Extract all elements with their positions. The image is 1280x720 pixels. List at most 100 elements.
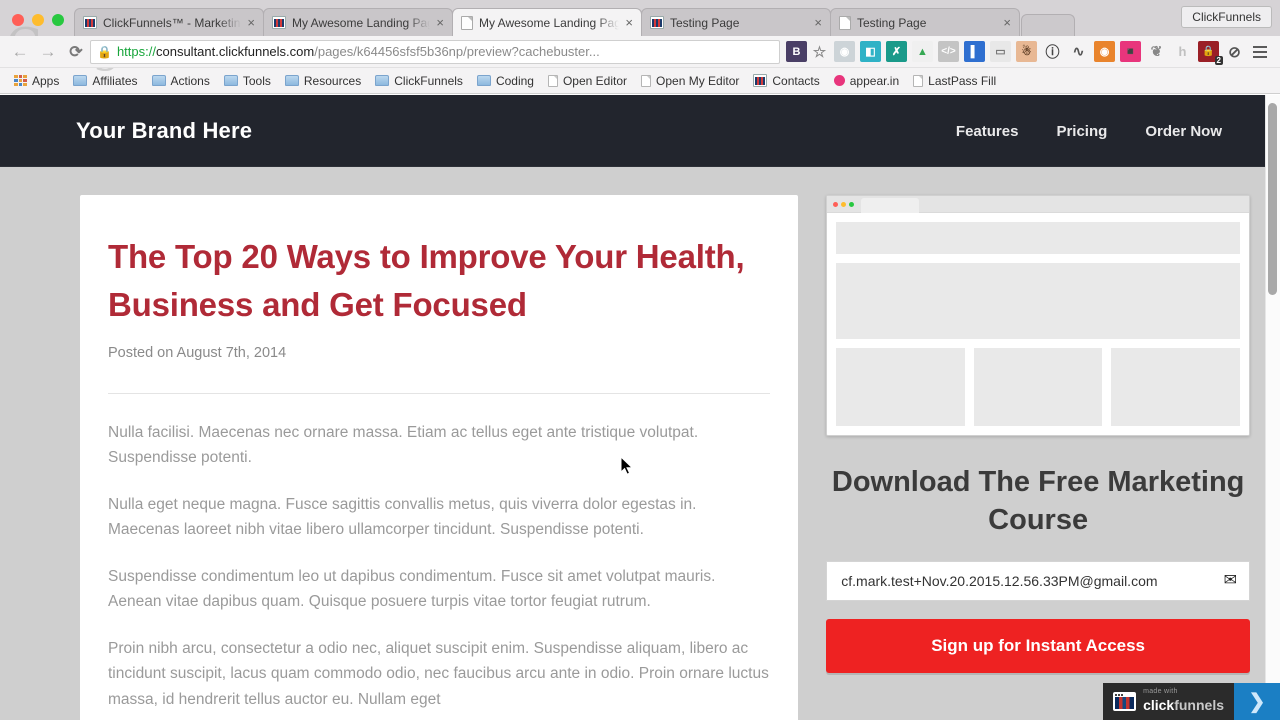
badge-content: made with clickfunnels <box>1103 683 1234 720</box>
signup-button[interactable]: Sign up for Instant Access <box>826 619 1250 674</box>
close-tab-icon[interactable]: × <box>814 16 822 29</box>
page-scrollbar-thumb[interactable] <box>1268 103 1277 295</box>
wireframe-block-column <box>1111 348 1240 426</box>
bookmark-label: Coding <box>495 73 534 88</box>
hypothesis-icon[interactable]: h <box>1172 41 1193 62</box>
article-paragraph: Nulla eget neque magna. Fusce sagittis c… <box>108 495 697 539</box>
envelope-icon: ✉ <box>1223 572 1237 590</box>
wireframe-body <box>827 213 1249 435</box>
pink-chat-icon[interactable]: ◾ <box>1120 41 1141 62</box>
site-brand: Your Brand Here <box>76 118 253 143</box>
optin-sidebar: Download The Free Marketing Course cf.ma… <box>826 195 1250 720</box>
bookmark-label: Contacts <box>772 73 820 88</box>
lastpass-icon[interactable]: 🔒 2 <box>1198 41 1223 65</box>
code-icon[interactable]: </> <box>938 41 959 62</box>
blue-tag-icon[interactable]: ▌ <box>964 41 985 62</box>
info-icon[interactable]: ⓘ <box>1042 41 1063 62</box>
url-path: /pages/k64456sfsf5b36np/preview?cachebus… <box>314 44 600 59</box>
document-favicon <box>461 15 473 30</box>
flame-icon[interactable]: ❦ <box>1146 41 1167 62</box>
character-icon[interactable]: ☃ <box>1016 41 1037 62</box>
wireframe-block-header <box>836 222 1240 254</box>
bookmark-star-icon[interactable]: ☆ <box>809 41 830 62</box>
page-content: The Top 20 Ways to Improve Your Health, … <box>0 167 1280 720</box>
close-tab-icon[interactable]: × <box>1003 16 1011 29</box>
clickfunnels-favicon <box>83 16 97 29</box>
evernote-icon[interactable]: ◧ <box>860 41 881 62</box>
article-paragraph: Nulla facilisi. Maecenas nec ornare mass… <box>108 423 699 466</box>
browser-tab-4[interactable]: Testing Page × <box>830 8 1020 36</box>
apps-grid-icon <box>14 75 27 86</box>
browser-tab-3[interactable]: Testing Page × <box>641 8 831 36</box>
extension-toolbar: ◉ ◧ ✗ ▲ </> ▌ ▭ ☃ ⓘ ∿ ◉ ◾ ❦ h 🔒 2 ⊘ <box>830 41 1274 65</box>
browser-tab-2-active[interactable]: My Awesome Landing Pag × <box>452 8 642 36</box>
bookmark-tools[interactable]: Tools <box>218 72 277 90</box>
minimize-window-button[interactable] <box>32 14 44 26</box>
pulse-icon[interactable]: ∿ <box>1068 41 1089 62</box>
bookmark-label: ClickFunnels <box>394 73 463 88</box>
bookmark-label: Apps <box>32 73 60 88</box>
bookmark-label: Affiliates <box>92 73 138 88</box>
google-drive-icon[interactable]: ▲ <box>912 41 933 62</box>
browser-tab-1[interactable]: My Awesome Landing Pag × <box>263 8 453 36</box>
bitly-extension-icon[interactable]: B <box>786 41 807 62</box>
omnibox-toolbar: ← → ⟳ 🔒 https:// consultant.clickfunnels… <box>0 36 1280 68</box>
bookmark-open-editor[interactable]: Open Editor <box>542 72 633 90</box>
window-traffic-lights <box>8 14 74 36</box>
badge-arrow-icon[interactable]: ❯ <box>1234 683 1280 720</box>
bookmark-contacts[interactable]: Contacts <box>747 72 825 90</box>
folder-icon <box>223 75 238 86</box>
close-tab-icon[interactable]: × <box>247 16 255 29</box>
bookmark-coding[interactable]: Coding <box>471 72 540 90</box>
bookmark-label: Resources <box>303 73 362 88</box>
nav-link-pricing[interactable]: Pricing <box>1056 123 1107 140</box>
chrome-menu-icon[interactable] <box>1250 45 1270 58</box>
close-tab-icon[interactable]: × <box>436 16 444 29</box>
bookmark-affiliates[interactable]: Affiliates <box>67 72 143 90</box>
reload-icon[interactable]: ⟳ <box>62 42 90 62</box>
profile-chip[interactable]: ClickFunnels <box>1181 6 1272 28</box>
email-input-value[interactable]: cf.mark.test+Nov.20.2015.12.56.33PM@gmai… <box>841 573 1157 589</box>
nav-link-order-now[interactable]: Order Now <box>1145 123 1222 140</box>
close-window-button[interactable] <box>12 14 24 26</box>
clock-icon[interactable]: ⊘ <box>1224 41 1245 62</box>
clickfunnels-favicon <box>753 74 768 87</box>
maximize-window-button[interactable] <box>52 14 64 26</box>
camera-icon[interactable]: ◉ <box>834 41 855 62</box>
email-field[interactable]: cf.mark.test+Nov.20.2015.12.56.33PM@gmai… <box>826 561 1250 602</box>
wireframe-titlebar <box>827 196 1249 213</box>
new-tab-button[interactable] <box>1021 14 1075 36</box>
bookmark-open-my-editor[interactable]: Open My Editor <box>635 72 745 90</box>
bookmark-clickfunnels[interactable]: ClickFunnels <box>369 72 469 90</box>
appearin-icon <box>833 75 845 86</box>
bookmark-apps[interactable]: Apps <box>8 72 65 90</box>
bookmark-resources[interactable]: Resources <box>279 72 367 90</box>
bookmark-lastpass-fill[interactable]: LastPass Fill <box>907 72 1002 90</box>
bookmark-actions[interactable]: Actions <box>146 72 216 90</box>
address-bar[interactable]: 🔒 https:// consultant.clickfunnels.com /… <box>90 39 780 64</box>
folder-icon <box>476 75 491 86</box>
orange-eye-icon[interactable]: ◉ <box>1094 41 1115 62</box>
wireframe-block-hero <box>836 263 1240 339</box>
tab-title: Testing Page <box>857 15 927 30</box>
close-tab-icon[interactable]: × <box>625 16 633 29</box>
clickfunnels-affiliate-badge[interactable]: made with clickfunnels ❯ <box>1103 683 1280 720</box>
tab-title: My Awesome Landing Pag <box>479 15 620 30</box>
forward-icon[interactable]: → <box>34 42 62 62</box>
omnibox-right-icons: B ☆ <box>780 41 830 62</box>
screenshot-icon[interactable]: ▭ <box>990 41 1011 62</box>
nav-link-features[interactable]: Features <box>956 123 1019 140</box>
tab-title: My Awesome Landing Pag <box>292 15 431 30</box>
badge-brand-name: clickfunnels <box>1143 697 1224 713</box>
wireframe-block-column <box>836 348 965 426</box>
back-icon[interactable]: ← <box>6 42 34 62</box>
bookmark-label: Open Editor <box>562 73 628 88</box>
article-paragraph: Proin nibh arcu, consectetur a odio nec,… <box>108 640 769 708</box>
browser-wireframe-placeholder <box>826 195 1250 436</box>
bookmark-appearin[interactable]: appear.in <box>828 72 905 90</box>
pocket-icon[interactable]: ✗ <box>886 41 907 62</box>
wireframe-block-row <box>836 348 1240 426</box>
browser-tab-0[interactable]: ClickFunnels™ - Marketing × <box>74 8 264 36</box>
page-viewport: Your Brand Here Features Pricing Order N… <box>0 95 1280 720</box>
wireframe-tab-stub <box>861 198 920 213</box>
